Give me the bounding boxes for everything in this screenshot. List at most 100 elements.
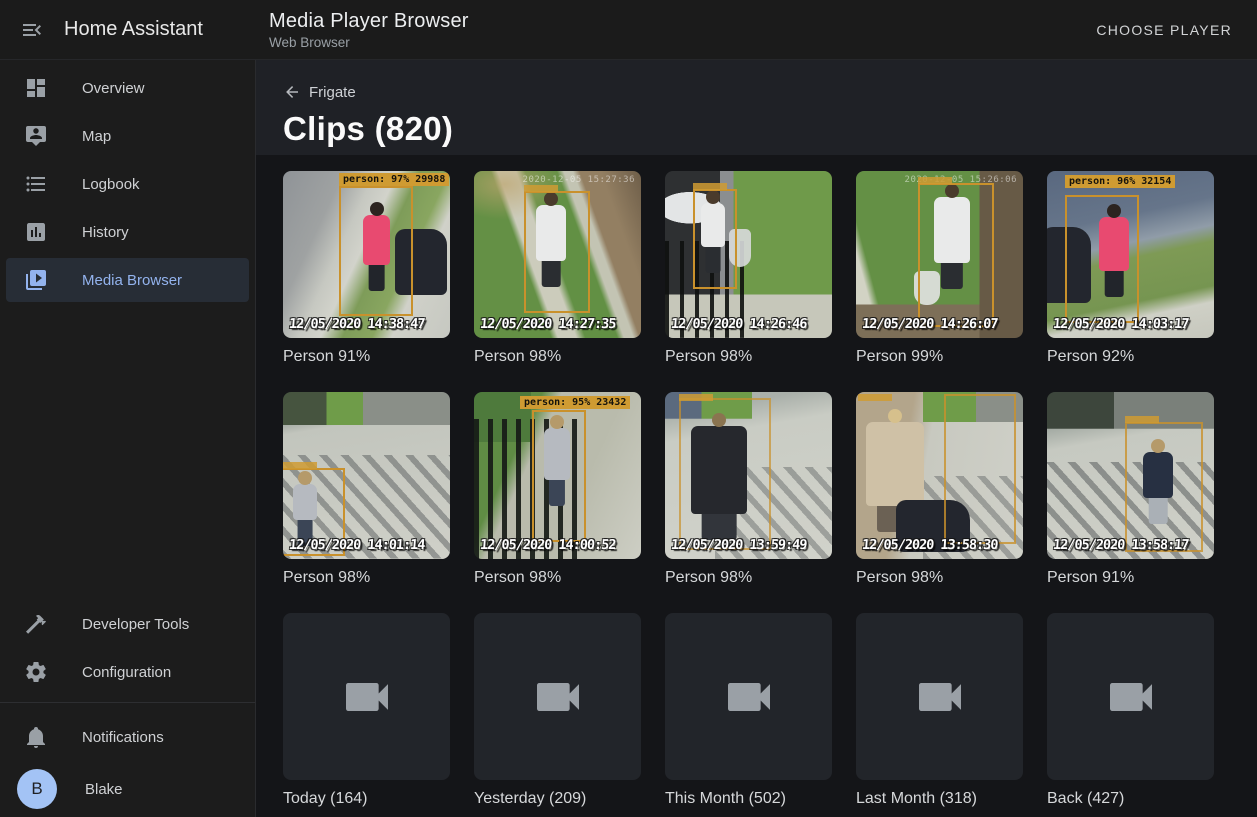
dialog-title: Media Player Browser (269, 10, 469, 33)
clip-card[interactable]: person: 95% 23432 12/05/2020 14:00:52 Pe… (474, 392, 641, 587)
folder-thumbnail (1047, 613, 1214, 780)
clip-thumbnail: 12/05/2020 14:01:14 (283, 392, 450, 559)
clip-timestamp: 12/05/2020 14:27:35 (479, 316, 616, 332)
detection-box (944, 394, 1016, 544)
sidebar-item-logbook[interactable]: Logbook (6, 162, 249, 206)
detection-chip (918, 177, 952, 184)
choose-player-button[interactable]: CHOOSE PLAYER (1088, 14, 1240, 46)
clip-timestamp: 12/05/2020 13:58:30 (861, 537, 998, 553)
clip-timestamp: 12/05/2020 14:26:46 (670, 316, 807, 332)
clip-timestamp: 12/05/2020 13:58:17 (1052, 537, 1189, 553)
clip-caption: Person 98% (856, 569, 1023, 587)
sidebar-item-notifications[interactable]: Notifications (6, 715, 249, 759)
detection-chip (283, 462, 317, 469)
sidebar-item-developer-tools[interactable]: Developer Tools (6, 602, 249, 646)
clip-card[interactable]: 2020-12-05 15:27:36 12/05/2020 14:27:35 … (474, 171, 641, 366)
clip-thumbnail: 12/05/2020 13:58:30 (856, 392, 1023, 559)
clip-card[interactable]: 12/05/2020 14:26:46 Person 98% (665, 171, 832, 366)
home-assistant-app: Home Assistant Media Player Browser Web … (0, 0, 1257, 817)
video-camera-icon (1103, 669, 1159, 725)
clip-timestamp: 12/05/2020 14:26:07 (861, 316, 998, 332)
dialog-header: Media Player Browser Web Browser (269, 10, 469, 50)
hammer-icon (24, 612, 48, 636)
clip-timestamp: 12/05/2020 14:01:14 (288, 537, 425, 553)
clip-card[interactable]: 12/05/2020 13:59:49 Person 98% (665, 392, 832, 587)
sidebar-item-label: Media Browser (82, 272, 182, 289)
clip-card[interactable]: 12/05/2020 13:58:17 Person 91% (1047, 392, 1214, 587)
clip-thumbnail: 2020-12-05 15:27:36 12/05/2020 14:27:35 (474, 171, 641, 338)
bell-icon (24, 725, 48, 749)
dialog-subtitle: Web Browser (269, 35, 469, 50)
sidebar-item-label: Logbook (82, 176, 140, 193)
clip-caption: Person 91% (283, 348, 450, 366)
sidebar-item-configuration[interactable]: Configuration (6, 650, 249, 694)
folder-card-yesterday[interactable]: Yesterday (209) (474, 613, 641, 808)
sidebar-spacer (0, 304, 255, 600)
app-title: Home Assistant (64, 18, 244, 41)
folder-caption: Back (427) (1047, 790, 1214, 808)
folder-card-this-month[interactable]: This Month (502) (665, 613, 832, 808)
sidebar-item-label: Configuration (82, 664, 171, 681)
page-title: Clips (820) (283, 110, 1230, 148)
sidebar-item-media-browser[interactable]: Media Browser (6, 258, 249, 302)
folder-card-last-month[interactable]: Last Month (318) (856, 613, 1023, 808)
map-account-icon (24, 124, 48, 148)
clip-thumbnail: 12/05/2020 13:59:49 (665, 392, 832, 559)
clip-thumbnail: person: 95% 23432 12/05/2020 14:00:52 (474, 392, 641, 559)
clip-thumbnail: 12/05/2020 13:58:17 (1047, 392, 1214, 559)
detection-label: person: 95% 23432 (520, 396, 630, 409)
video-camera-icon (530, 669, 586, 725)
menu-open-icon (20, 18, 44, 42)
clip-card[interactable]: 12/05/2020 14:01:14 Person 98% (283, 392, 450, 587)
content-header: Frigate Clips (820) (256, 60, 1257, 155)
clip-timestamp: 12/05/2020 14:00:52 (479, 537, 616, 553)
clip-thumbnail: 2020-12-05 15:26:06 12/05/2020 14:26:07 (856, 171, 1023, 338)
app-header: Home Assistant Media Player Browser Web … (0, 0, 1257, 60)
clip-timestamp: 12/05/2020 14:38:47 (288, 316, 425, 332)
detection-box (1125, 422, 1203, 552)
clips-grid: person: 97% 29988 12/05/2020 14:38:47 Pe… (256, 155, 1257, 817)
folder-thumbnail (856, 613, 1023, 780)
logbook-list-icon (24, 172, 48, 196)
clip-card[interactable]: 2020-12-05 15:26:06 12/05/2020 14:26:07 … (856, 171, 1023, 366)
person-figure (866, 422, 924, 506)
sidebar-item-label: Developer Tools (82, 616, 189, 633)
sidebar-item-user[interactable]: B Blake (6, 763, 249, 815)
sidebar-item-overview[interactable]: Overview (6, 66, 249, 110)
avatar: B (17, 769, 57, 809)
sidebar-item-map[interactable]: Map (6, 114, 249, 158)
clip-caption: Person 99% (856, 348, 1023, 366)
clip-card[interactable]: 12/05/2020 13:58:30 Person 98% (856, 392, 1023, 587)
sidebar-item-label: History (82, 224, 129, 241)
detection-chip (858, 394, 892, 401)
dashboard-icon (24, 76, 48, 100)
clip-caption: Person 98% (665, 569, 832, 587)
clip-caption: Person 98% (665, 348, 832, 366)
clip-caption: Person 98% (474, 348, 641, 366)
detection-box (918, 183, 994, 327)
clip-timestamp: 12/05/2020 14:03:17 (1052, 316, 1189, 332)
detection-chip (1125, 416, 1159, 423)
clip-timestamp: 12/05/2020 13:59:49 (670, 537, 807, 553)
detection-label: person: 96% 32154 (1065, 175, 1175, 188)
media-play-box-icon (24, 268, 48, 292)
detection-box (532, 410, 586, 542)
folder-card-today[interactable]: Today (164) (283, 613, 450, 808)
sidebar-divider (0, 702, 255, 703)
history-chart-icon (24, 220, 48, 244)
detection-chip (524, 185, 558, 192)
user-name-label: Blake (85, 781, 123, 798)
folder-card-back[interactable]: Back (427) (1047, 613, 1214, 808)
menu-open-button[interactable] (8, 6, 56, 54)
video-camera-icon (721, 669, 777, 725)
clip-card[interactable]: person: 96% 32154 12/05/2020 14:03:17 Pe… (1047, 171, 1214, 366)
detection-chip (693, 183, 727, 190)
folder-thumbnail (474, 613, 641, 780)
sidebar-item-label: Map (82, 128, 111, 145)
clip-card[interactable]: person: 97% 29988 12/05/2020 14:38:47 Pe… (283, 171, 450, 366)
breadcrumb-back-frigate[interactable]: Frigate (283, 83, 356, 101)
media-browser-content: Frigate Clips (820) person: 97% 29988 12… (256, 60, 1257, 817)
folder-caption: Today (164) (283, 790, 450, 808)
sidebar-item-history[interactable]: History (6, 210, 249, 254)
folder-thumbnail (283, 613, 450, 780)
